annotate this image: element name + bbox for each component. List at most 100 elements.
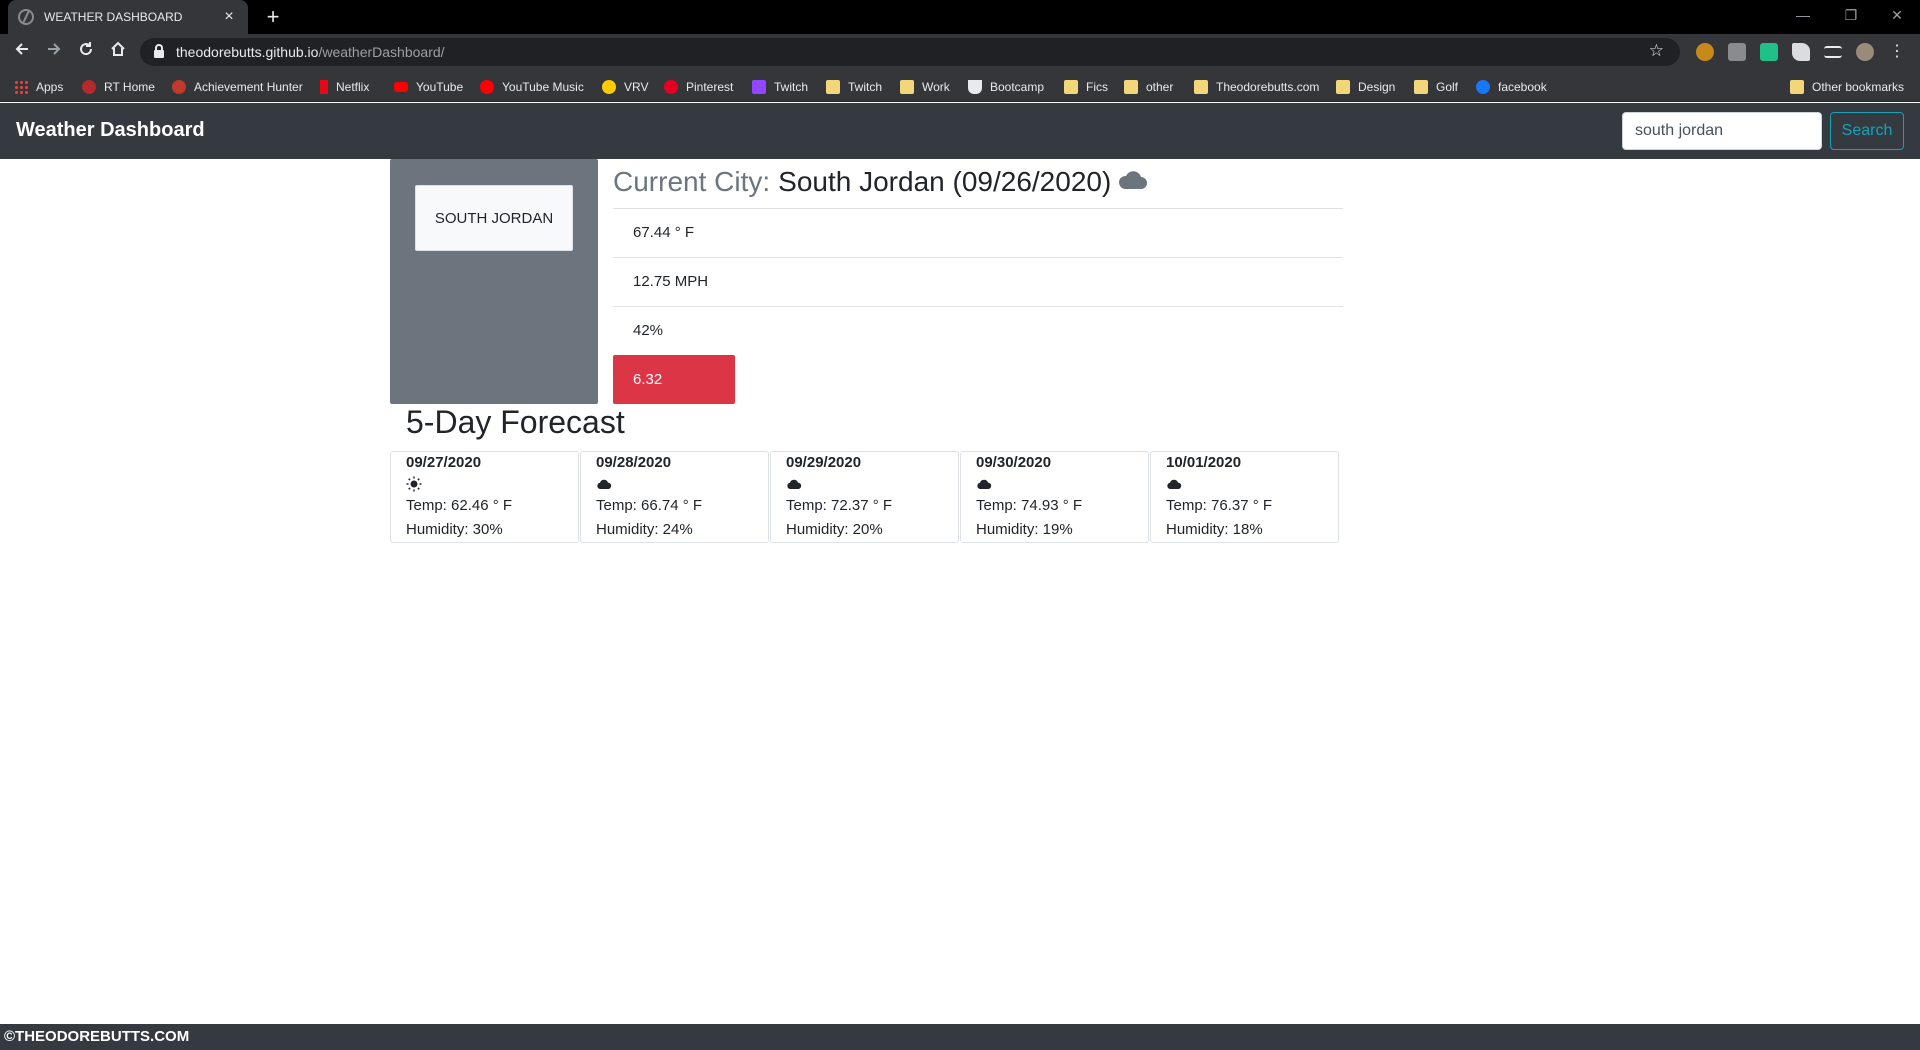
site-navbar: Weather Dashboard Search	[0, 103, 1920, 159]
forecast-date: 09/29/2020	[786, 454, 862, 471]
rooster-teeth-icon	[82, 80, 96, 94]
bookmark-youtube[interactable]: YouTube	[394, 78, 463, 96]
bookmark-netflix[interactable]: Netflix	[320, 78, 369, 96]
search-button[interactable]: Search	[1830, 112, 1904, 150]
apps-grid-icon	[14, 80, 28, 94]
bookmark-label: Other bookmarks	[1812, 80, 1905, 94]
bookmark-folder-other[interactable]: other	[1124, 78, 1173, 96]
bookmark-apps[interactable]: Apps	[14, 78, 63, 96]
bookmark-twitch[interactable]: Twitch	[752, 78, 808, 96]
folder-icon	[1790, 80, 1804, 94]
forecast-temp: Temp: 66.74 ° F	[596, 497, 703, 514]
bookmark-folder-golf[interactable]: Golf	[1414, 78, 1458, 96]
lock-icon	[154, 44, 164, 58]
bookmark-label: Netflix	[336, 80, 370, 94]
bookmark-label: Twitch	[848, 80, 883, 94]
bookmark-label: Achievement Hunter	[194, 80, 303, 94]
tab-title: WEATHER DASHBOARD	[44, 10, 183, 24]
forecast-card: 09/29/2020 Temp: 72.37 ° F Humidity: 20%	[770, 451, 959, 543]
menu-dots-icon[interactable]: ⋮	[1888, 43, 1906, 61]
close-window-button[interactable]: ✕	[1874, 0, 1920, 30]
bookmark-label: Bootcamp	[990, 80, 1045, 94]
uv-index-badge: 6.32	[613, 355, 735, 404]
extension-icon[interactable]	[1760, 43, 1778, 61]
forecast-card: 09/27/2020 Temp: 62.46 ° F Humidity: 30%	[390, 451, 579, 543]
forecast-date: 09/30/2020	[976, 454, 1052, 471]
bookmark-label: Twitch	[774, 80, 809, 94]
other-bookmarks[interactable]: Other bookmarks	[1790, 78, 1904, 96]
cloud-icon	[786, 474, 943, 494]
url-host: theodorebutts.github.io	[176, 44, 319, 60]
brand-title[interactable]: Weather Dashboard	[16, 119, 205, 142]
bookmark-label: Work	[922, 80, 950, 94]
browser-toolbar: theodorebutts.github.io/weatherDashboard…	[0, 34, 1920, 70]
reload-icon[interactable]	[74, 40, 98, 64]
tab-close-icon[interactable]: ×	[220, 8, 238, 26]
vrv-icon	[602, 80, 616, 94]
current-city-name-date: South Jordan (09/26/2020)	[778, 166, 1112, 197]
saved-city-button[interactable]: SOUTH JORDAN	[415, 185, 573, 251]
extension-icon[interactable]	[1696, 43, 1714, 61]
bookmark-pinterest[interactable]: Pinterest	[664, 78, 733, 96]
forecast-date: 09/28/2020	[596, 454, 672, 471]
extension-icon[interactable]	[1728, 43, 1746, 61]
youtube-icon	[394, 82, 408, 92]
address-bar[interactable]: theodorebutts.github.io/weatherDashboard…	[140, 38, 1680, 66]
current-weather-list: 67.44 ° F 12.75 MPH 42%	[613, 208, 1343, 355]
current-humidity: 42%	[613, 306, 1343, 355]
bookmark-folder-work[interactable]: Work	[900, 78, 950, 96]
bootcamp-icon	[968, 80, 982, 94]
bookmark-youtube-music[interactable]: YouTube Music	[480, 78, 584, 96]
bookmark-vrv[interactable]: VRV	[602, 78, 648, 96]
bookmark-bootcamp[interactable]: Bootcamp	[968, 78, 1044, 96]
facebook-icon	[1476, 80, 1490, 94]
folder-icon	[1064, 80, 1078, 94]
current-temperature: 67.44 ° F	[613, 208, 1343, 257]
current-city-heading: Current City: South Jordan (09/26/2020)	[613, 166, 1148, 198]
forecast-card: 09/28/2020 Temp: 66.74 ° F Humidity: 24%	[580, 451, 769, 543]
forecast-temp: Temp: 74.93 ° F	[976, 497, 1083, 514]
new-tab-button[interactable]: +	[260, 4, 286, 30]
cloud-icon	[1166, 474, 1323, 494]
bookmark-folder-theodorebutts[interactable]: Theodorebutts.com	[1194, 78, 1319, 96]
bookmark-rt-home[interactable]: RT Home	[82, 78, 155, 96]
avatar[interactable]	[1856, 43, 1874, 61]
puzzle-extensions-icon[interactable]	[1792, 43, 1810, 61]
forecast-temp: Temp: 72.37 ° F	[786, 497, 893, 514]
site-footer: ©THEODOREBUTTS.COM	[0, 1024, 1920, 1050]
achievement-hunter-icon	[172, 80, 186, 94]
current-city-label: Current City:	[613, 166, 771, 197]
back-arrow-icon[interactable]	[10, 40, 34, 64]
youtube-music-icon	[480, 80, 494, 94]
pinterest-icon	[664, 80, 678, 94]
folder-icon	[1414, 80, 1428, 94]
media-queue-icon[interactable]	[1824, 46, 1842, 58]
globe-icon	[18, 9, 34, 25]
forward-arrow-icon[interactable]	[42, 40, 66, 64]
bookmark-label: RT Home	[104, 80, 155, 94]
browser-tab[interactable]: WEATHER DASHBOARD ×	[8, 0, 248, 34]
forecast-date: 10/01/2020	[1166, 454, 1242, 471]
forecast-humidity: Humidity: 19%	[976, 521, 1073, 538]
bookmarks-bar: Apps RT Home Achievement Hunter Netflix …	[0, 70, 1920, 102]
bookmark-folder-twitch[interactable]: Twitch	[826, 78, 882, 96]
url-path: /weatherDashboard/	[318, 44, 445, 60]
bookmark-folder-design[interactable]: Design	[1336, 78, 1395, 96]
forecast-cards: 09/27/2020 Temp: 62.46 ° F Humidity: 30%…	[390, 451, 1340, 543]
minimize-button[interactable]: —	[1780, 0, 1826, 30]
cloud-icon	[596, 474, 753, 494]
bookmark-achievement-hunter[interactable]: Achievement Hunter	[172, 78, 303, 96]
home-icon[interactable]	[106, 40, 130, 64]
city-search-input[interactable]	[1622, 112, 1822, 150]
forecast-temp: Temp: 62.46 ° F	[406, 497, 513, 514]
bookmark-facebook[interactable]: facebook	[1476, 78, 1547, 96]
browser-tab-strip: WEATHER DASHBOARD × + — ❐ ✕	[0, 0, 1920, 34]
bookmark-label: other	[1146, 80, 1174, 94]
forecast-humidity: Humidity: 20%	[786, 521, 883, 538]
bookmark-folder-fics[interactable]: Fics	[1064, 78, 1108, 96]
bookmark-label: Design	[1358, 80, 1396, 94]
forecast-card: 10/01/2020 Temp: 76.37 ° F Humidity: 18%	[1150, 451, 1339, 543]
restore-button[interactable]: ❐	[1828, 0, 1874, 30]
bookmark-star-icon[interactable]: ☆	[1649, 41, 1664, 61]
cloud-icon	[976, 474, 1133, 494]
